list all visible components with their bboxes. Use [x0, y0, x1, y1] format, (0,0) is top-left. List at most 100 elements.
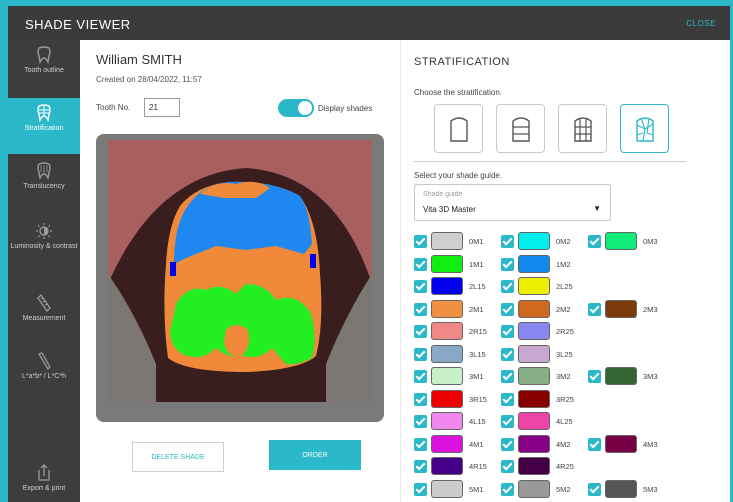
stratification-option-mosaic[interactable]	[620, 104, 669, 153]
shade-swatch	[518, 435, 550, 453]
shade-code-label: 2R25	[556, 327, 574, 336]
shade-code-label: 0M1	[469, 237, 484, 246]
shade-swatch	[431, 457, 463, 475]
shade-checkbox[interactable]	[501, 438, 514, 451]
sidebar-item-tooth-outline[interactable]: Tooth outline	[8, 40, 80, 96]
shade-checkbox[interactable]	[501, 235, 514, 248]
measurement-icon	[8, 293, 80, 316]
stratification-option-three[interactable]	[496, 104, 545, 153]
shade-code-label: 3L25	[556, 350, 573, 359]
delete-shade-button[interactable]: DELETE SHADE	[132, 442, 224, 472]
choose-stratification-label: Choose the stratification.	[414, 88, 503, 97]
sidebar-item-label: Export & print	[22, 485, 66, 492]
shade-checkbox[interactable]	[414, 438, 427, 451]
tooth-single-icon	[450, 117, 468, 142]
shade-checkbox[interactable]	[501, 348, 514, 361]
shade-swatch	[518, 412, 550, 430]
shade-checkbox[interactable]	[414, 280, 427, 293]
shade-checkbox[interactable]	[588, 438, 601, 451]
shade-code-label: 2L25	[556, 282, 573, 291]
shade-code-label: 4L15	[469, 417, 486, 426]
order-button[interactable]: ORDER	[269, 440, 361, 470]
shade-checkbox[interactable]	[501, 370, 514, 383]
tooth-number-input[interactable]	[144, 98, 180, 117]
tooth-icon	[8, 46, 80, 68]
shade-checkbox[interactable]	[414, 415, 427, 428]
panel-divider	[400, 40, 401, 502]
shade-checkbox[interactable]	[414, 460, 427, 473]
sidebar-item-measurement[interactable]: Measurement	[8, 288, 80, 344]
shade-checkbox[interactable]	[588, 303, 601, 316]
sidebar-item-export[interactable]: Export & print	[8, 458, 80, 502]
shade-checkbox[interactable]	[414, 303, 427, 316]
shade-checkbox[interactable]	[588, 370, 601, 383]
shade-code-label: 3M3	[643, 372, 658, 381]
shade-checkbox[interactable]	[414, 393, 427, 406]
sidebar-item-label: Stratification	[24, 125, 64, 132]
sidebar-item-label: Tooth outline	[24, 67, 64, 74]
shade-swatch	[431, 322, 463, 340]
shade-swatch	[605, 480, 637, 498]
shade-swatch	[518, 255, 550, 273]
shade-checkbox[interactable]	[414, 370, 427, 383]
created-date: Created on 28/04/2022, 11:57	[96, 75, 202, 84]
close-button[interactable]: CLOSE	[686, 19, 716, 28]
shade-checkbox[interactable]	[414, 258, 427, 271]
shade-code-label: 1M1	[469, 260, 484, 269]
shade-swatch	[431, 435, 463, 453]
shade-checkbox[interactable]	[501, 415, 514, 428]
window-title: SHADE VIEWER	[25, 17, 131, 32]
shade-guide-value: Vita 3D Master	[423, 205, 476, 214]
display-shades-toggle[interactable]	[278, 99, 314, 117]
shade-guide-select[interactable]: Shade guide Vita 3D Master ▼	[414, 184, 611, 221]
stratification-option-single[interactable]	[434, 104, 483, 153]
shade-checkbox[interactable]	[501, 325, 514, 338]
shade-checkbox[interactable]	[414, 325, 427, 338]
shade-checkbox[interactable]	[501, 393, 514, 406]
shade-swatch	[605, 435, 637, 453]
shade-swatch	[431, 480, 463, 498]
shade-checkbox[interactable]	[588, 483, 601, 496]
shade-code-label: 0M2	[556, 237, 571, 246]
sidebar-item-lab[interactable]: L*a*b* / L*C*h	[8, 346, 80, 402]
sidebar-item-translucency[interactable]: Translucency	[8, 156, 80, 212]
shade-checkbox[interactable]	[501, 258, 514, 271]
shade-swatch	[431, 412, 463, 430]
shade-swatch	[605, 232, 637, 250]
shade-code-label: 3R25	[556, 395, 574, 404]
tooth-number-label: Tooth No.	[96, 103, 131, 112]
shade-checkbox[interactable]	[414, 483, 427, 496]
shade-swatch	[431, 255, 463, 273]
sidebar-item-luminosity[interactable]: Luminosity & contrast	[8, 216, 80, 272]
shade-swatch	[518, 367, 550, 385]
sidebar-item-label: Luminosity & contrast	[10, 243, 78, 250]
shade-checkbox[interactable]	[501, 280, 514, 293]
shade-swatch	[431, 300, 463, 318]
shade-swatch	[518, 390, 550, 408]
shade-code-label: 1M2	[556, 260, 571, 269]
title-bar: SHADE VIEWER CLOSE	[8, 6, 730, 40]
sidebar-item-stratification[interactable]: Stratification	[8, 98, 80, 154]
shade-swatch	[431, 367, 463, 385]
toggle-knob	[298, 101, 312, 115]
shade-swatch	[518, 300, 550, 318]
shade-checkbox[interactable]	[501, 483, 514, 496]
shade-checkbox[interactable]	[588, 235, 601, 248]
shade-swatch	[431, 232, 463, 250]
shade-checkbox[interactable]	[501, 460, 514, 473]
shade-checkbox[interactable]	[414, 235, 427, 248]
shade-code-label: 5M2	[556, 485, 571, 494]
shade-code-label: 2M1	[469, 305, 484, 314]
patient-name: William SMITH	[96, 52, 182, 67]
shade-code-label: 4M2	[556, 440, 571, 449]
tooth-three-layer-icon	[512, 117, 530, 142]
shade-swatch	[431, 277, 463, 295]
shade-code-label: 3L15	[469, 350, 486, 359]
shade-checkbox[interactable]	[501, 303, 514, 316]
shade-code-label: 2M2	[556, 305, 571, 314]
shade-code-label: 2M3	[643, 305, 658, 314]
shade-checkbox[interactable]	[414, 348, 427, 361]
stratification-option-grid[interactable]	[558, 104, 607, 153]
shade-swatch	[431, 390, 463, 408]
color-probe-icon	[8, 352, 80, 374]
